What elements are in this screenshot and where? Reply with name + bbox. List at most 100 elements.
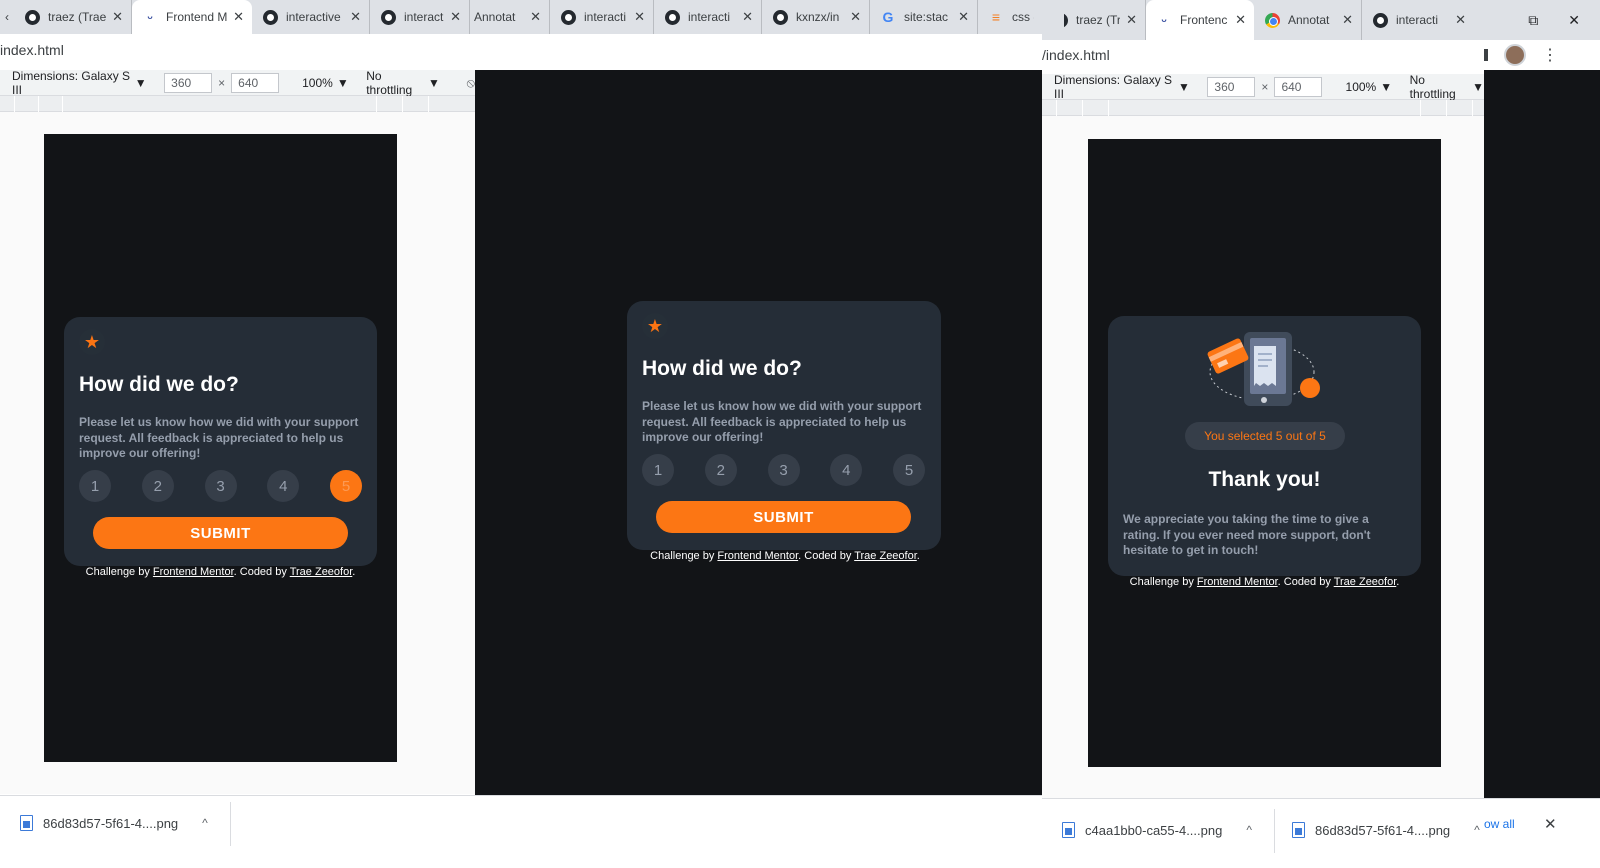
download-item-1[interactable]: c4aa1bb0-ca55-4....png ^	[1062, 803, 1252, 857]
submit-button[interactable]: SUBMIT	[93, 517, 348, 549]
screen: ‹ traez (Trae ✕ ᵕ Frontend M ✕ interacti…	[0, 0, 1600, 868]
tab-annotation[interactable]: Annotat ✕	[1254, 0, 1362, 40]
close-icon[interactable]: ✕	[634, 9, 645, 25]
close-icon[interactable]: ✕	[530, 9, 541, 25]
rating-options: 1 2 3 4 5	[79, 470, 362, 502]
close-icon[interactable]: ✕	[112, 9, 123, 25]
caret-down-icon: ▼	[428, 75, 440, 90]
close-window-icon[interactable]: ✕	[1568, 12, 1580, 29]
chevron-up-icon[interactable]: ^	[202, 816, 208, 830]
submit-button[interactable]: SUBMIT	[656, 501, 911, 533]
rating-button-3[interactable]: 3	[767, 454, 800, 486]
tab-google-search[interactable]: G site:stac ✕	[870, 0, 978, 34]
tab-frontend-mentor[interactable]: ᵕ Frontend M ✕	[132, 0, 252, 34]
zoom-label: 100%	[1345, 79, 1377, 94]
dimensions-select[interactable]: Dimensions: Galaxy S III ▼	[1054, 73, 1190, 101]
rating-button-5[interactable]: 5	[893, 454, 925, 486]
dimensions-select[interactable]: Dimensions: Galaxy S III ▼	[12, 69, 147, 97]
attribution-suffix: .	[916, 550, 920, 562]
show-all-link[interactable]: ow all	[1484, 817, 1515, 831]
selected-rating-badge: You selected 5 out of 5	[1185, 422, 1345, 450]
frontend-mentor-link[interactable]: Frontend Mentor	[1197, 576, 1278, 588]
close-icon[interactable]: ✕	[958, 9, 969, 25]
menu-icon[interactable]: ⋮	[1542, 45, 1558, 65]
close-icon[interactable]: ✕	[450, 9, 461, 25]
card-description: Please let us know how we did with your …	[79, 415, 359, 460]
github-icon	[772, 9, 788, 25]
zoom-select[interactable]: 100% ▼	[302, 76, 349, 90]
author-link[interactable]: Trae Zeeofor	[1334, 576, 1397, 588]
tab-github-traez[interactable]: traez (Trae ✕	[14, 0, 132, 34]
tab-title: Frontenc	[1180, 13, 1228, 27]
chevron-up-icon[interactable]: ^	[1246, 823, 1252, 837]
author-link[interactable]: Trae Zeeofor	[290, 566, 353, 578]
frontend-mentor-link[interactable]: Frontend Mentor	[153, 566, 234, 578]
zoom-label: 100%	[302, 75, 333, 90]
tab-frontend-mentor[interactable]: ᵕ Frontenc ✕	[1146, 0, 1254, 40]
restore-window-icon[interactable]: ⧉	[1528, 12, 1538, 29]
close-icon[interactable]: ✕	[1126, 12, 1137, 28]
close-icon[interactable]: ✕	[1342, 12, 1353, 28]
rating-button-3[interactable]: 3	[204, 470, 237, 502]
download-item-2[interactable]: 86d83d57-5f61-4....png ^	[1292, 803, 1480, 857]
avatar[interactable]	[1504, 44, 1526, 66]
height-input[interactable]	[231, 72, 280, 93]
close-downloads-icon[interactable]: ✕	[1544, 815, 1557, 833]
close-icon[interactable]: ✕	[1235, 12, 1246, 28]
left-phone-frame: ★ How did we do? Please let us know how …	[44, 134, 397, 762]
attribution-middle: . Coded by	[798, 550, 855, 562]
rating-button-4[interactable]: 4	[830, 454, 863, 486]
thank-you-description: We appreciate you taking the time to giv…	[1123, 512, 1371, 557]
close-icon[interactable]: ✕	[1455, 12, 1466, 28]
tab-github-interacti-2[interactable]: interacti ✕	[654, 0, 762, 34]
rating-button-4[interactable]: 4	[267, 470, 300, 502]
frontend-mentor-link[interactable]: Frontend Mentor	[717, 550, 798, 562]
right-browser-window: traez (Tr ✕ ᵕ Frontenc ✕ Annotat ✕ inter…	[1042, 0, 1600, 868]
tab-github-interactive-2[interactable]: interactive ✕	[370, 0, 470, 34]
caret-down-icon: ▼	[336, 75, 349, 90]
github-icon	[380, 9, 396, 25]
caret-down-icon: ▼	[134, 75, 147, 90]
tab-github-interacti[interactable]: interacti ✕	[1362, 0, 1474, 40]
address-bar[interactable]: /index.html ⋮	[1042, 40, 1600, 70]
rating-button-1[interactable]: 1	[642, 454, 674, 486]
attribution-prefix: Challenge by	[85, 566, 153, 578]
close-icon[interactable]: ✕	[850, 9, 861, 25]
close-icon[interactable]: ✕	[742, 9, 753, 25]
left-tab-strip: ‹ traez (Trae ✕ ᵕ Frontend M ✕ interacti…	[0, 0, 1064, 34]
download-item-left[interactable]: 86d83d57-5f61-4....png ^	[20, 796, 208, 850]
height-input[interactable]	[1274, 76, 1323, 97]
card-description: Please let us know how we did with your …	[642, 399, 922, 444]
width-input[interactable]	[164, 72, 213, 93]
tab-scroll-left-icon[interactable]: ‹	[0, 0, 14, 34]
left-downloads-bar: 86d83d57-5f61-4....png ^	[0, 795, 1042, 868]
zoom-select[interactable]: 100% ▼	[1346, 80, 1393, 94]
rating-card-desktop: ★ How did we do? Please let us know how …	[627, 301, 941, 550]
rating-button-2[interactable]: 2	[704, 454, 737, 486]
close-icon[interactable]: ✕	[233, 9, 244, 25]
attribution-prefix: Challenge by	[650, 550, 718, 562]
tab-github-interactive-1[interactable]: interactive ✕	[252, 0, 370, 34]
address-bar[interactable]: index.html	[0, 34, 490, 66]
close-icon[interactable]: ✕	[350, 9, 361, 25]
attribution: Challenge by Frontend Mentor. Coded by T…	[475, 550, 1095, 562]
tab-stackoverflow[interactable]: ≡ css -	[978, 0, 1042, 34]
rating-button-5-selected[interactable]: 5	[330, 470, 362, 502]
author-link[interactable]: Trae Zeeofor	[854, 550, 917, 562]
throttling-select[interactable]: No throttling ▼	[366, 69, 440, 97]
tab-annotation[interactable]: Annotat ✕	[470, 0, 550, 34]
sidebar-icon[interactable]	[1484, 49, 1488, 61]
payment-illustration-icon	[1207, 332, 1320, 406]
tab-github-kxnzx[interactable]: kxnzx/in ✕	[762, 0, 870, 34]
rating-button-1[interactable]: 1	[79, 470, 111, 502]
png-file-icon	[20, 815, 33, 831]
rotate-icon[interactable]: ⦸	[467, 75, 475, 91]
rating-button-2[interactable]: 2	[141, 470, 174, 502]
tab-title: traez (Tr	[1076, 13, 1121, 27]
width-input[interactable]	[1207, 76, 1256, 97]
chevron-up-icon[interactable]: ^	[1474, 823, 1480, 837]
throttling-select[interactable]: No throttling ▼	[1410, 73, 1484, 101]
thank-you-card: You selected 5 out of 5 Thank you! We ap…	[1108, 316, 1421, 576]
tab-github-interacti-1[interactable]: interacti ✕	[550, 0, 654, 34]
divider	[1274, 809, 1275, 853]
